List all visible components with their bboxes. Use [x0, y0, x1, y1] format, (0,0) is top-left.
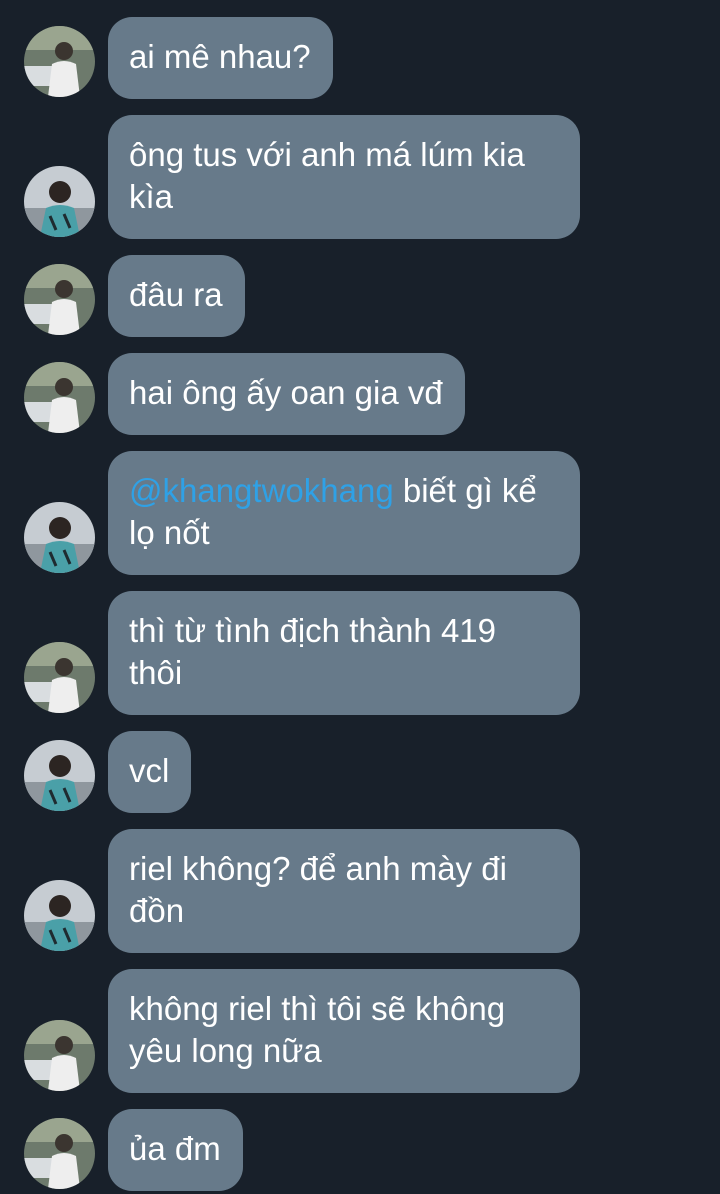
- message-text: ủa đm: [129, 1130, 221, 1167]
- message-bubble[interactable]: ông tus với anh má lúm kia kìa: [108, 115, 580, 239]
- message-bubble[interactable]: thì từ tình địch thành 419 thôi: [108, 591, 580, 715]
- message-bubble[interactable]: hai ông ấy oan gia vđ: [108, 353, 465, 435]
- avatar-user-b[interactable]: [24, 166, 95, 237]
- message-bubble[interactable]: @khangtwokhang biết gì kể lọ nốt: [108, 451, 580, 575]
- message-bubble[interactable]: không riel thì tôi sẽ không yêu long nữa: [108, 969, 580, 1093]
- message-row: ai mê nhau?: [0, 17, 720, 99]
- avatar-user-a[interactable]: [24, 1118, 95, 1189]
- message-text: hai ông ấy oan gia vđ: [129, 374, 443, 411]
- avatar-user-b[interactable]: [24, 880, 95, 951]
- message-bubble[interactable]: ủa đm: [108, 1109, 243, 1191]
- message-text: ông tus với anh má lúm kia kìa: [129, 136, 525, 215]
- message-text: ai mê nhau?: [129, 38, 311, 75]
- message-row: đâu ra: [0, 255, 720, 337]
- message-text: đâu ra: [129, 276, 223, 313]
- message-row: vcl: [0, 731, 720, 813]
- message-text: riel không? để anh mày đi đồn: [129, 850, 507, 929]
- chat-thread: ai mê nhau? ông tus với anh má lúm kia k…: [0, 0, 720, 1194]
- message-text: vcl: [129, 752, 170, 789]
- message-text: không riel thì tôi sẽ không yêu long nữa: [129, 990, 506, 1069]
- message-bubble[interactable]: ai mê nhau?: [108, 17, 333, 99]
- message-row: ủa đm: [0, 1109, 720, 1191]
- message-bubble[interactable]: riel không? để anh mày đi đồn: [108, 829, 580, 953]
- avatar-user-a[interactable]: [24, 1020, 95, 1091]
- message-row: riel không? để anh mày đi đồn: [0, 829, 720, 953]
- message-row: @khangtwokhang biết gì kể lọ nốt: [0, 451, 720, 575]
- message-bubble[interactable]: đâu ra: [108, 255, 245, 337]
- message-row: hai ông ấy oan gia vđ: [0, 353, 720, 435]
- mention-link[interactable]: @khangtwokhang: [129, 472, 394, 509]
- avatar-user-a[interactable]: [24, 642, 95, 713]
- message-bubble[interactable]: vcl: [108, 731, 192, 813]
- avatar-user-a[interactable]: [24, 26, 95, 97]
- message-row: không riel thì tôi sẽ không yêu long nữa: [0, 969, 720, 1093]
- avatar-user-b[interactable]: [24, 740, 95, 811]
- avatar-user-b[interactable]: [24, 502, 95, 573]
- avatar-user-a[interactable]: [24, 362, 95, 433]
- avatar-user-a[interactable]: [24, 264, 95, 335]
- message-row: thì từ tình địch thành 419 thôi: [0, 591, 720, 715]
- message-text: thì từ tình địch thành 419 thôi: [129, 612, 497, 691]
- message-row: ông tus với anh má lúm kia kìa: [0, 115, 720, 239]
